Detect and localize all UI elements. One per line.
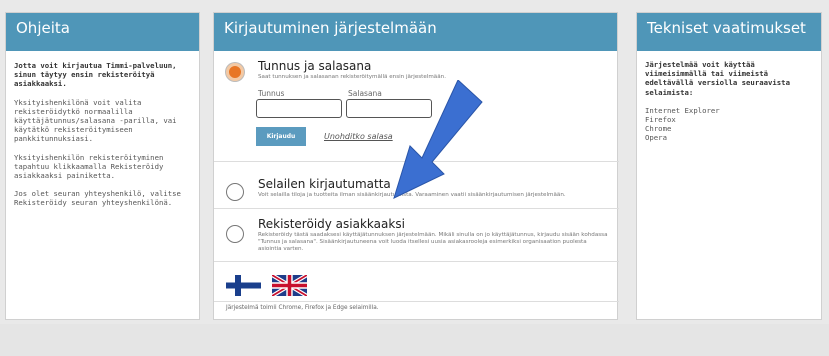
instructions-intro: Jotta voit kirjautua Timmi-palveluun, si…: [14, 61, 177, 89]
browser-item: Firefox: [645, 115, 676, 125]
option-register: Rekisteröidy asiakkaaksi Rekisteröidy tä…: [214, 209, 619, 269]
browser-item: Internet Explorer: [645, 105, 720, 115]
username-label: Tunnus: [258, 89, 285, 98]
instructions-para-1: Yksityishenkilönä voit valita rekisteröi…: [14, 97, 177, 144]
instructions-para-2: Yksityishenkilön rekisteröityminen tapah…: [14, 152, 164, 181]
radio-username-password[interactable]: [226, 63, 244, 81]
username-input[interactable]: [256, 99, 342, 118]
divider: [214, 301, 619, 302]
uk-flag-icon[interactable]: [270, 273, 309, 298]
option3-title: Rekisteröidy asiakkaaksi: [258, 217, 405, 231]
option3-desc: Rekisteröidy tästä saadaksesi käyttäjätu…: [258, 232, 608, 252]
instructions-para-3: Jos olet seuran yhteyshenkilö, valitse R…: [14, 189, 181, 208]
pointer-arrow-icon: [393, 80, 483, 199]
browser-item: Chrome: [645, 124, 672, 134]
requirements-intro: Järjestelmää voit käyttää viimeisimmällä…: [645, 60, 790, 97]
divider: [214, 261, 619, 262]
browser-support-note: Järjestelmä toimii Chrome, Firefox ja Ed…: [226, 305, 379, 311]
requirements-panel: Tekniset vaatimukset Järjestelmää voit k…: [636, 12, 822, 320]
finnish-flag-icon[interactable]: [226, 275, 261, 296]
radio-register[interactable]: [226, 225, 244, 243]
browser-item: Opera: [645, 133, 667, 143]
option1-title: Tunnus ja salasana: [258, 59, 372, 73]
requirements-header: Tekniset vaatimukset: [637, 13, 821, 51]
password-label: Salasana: [348, 89, 382, 98]
option2-title: Selailen kirjautumatta: [258, 177, 391, 191]
login-header: Kirjautuminen järjestelmään: [214, 13, 617, 51]
login-button[interactable]: Kirjaudu: [256, 127, 306, 146]
radio-browse[interactable]: [226, 183, 244, 201]
instructions-panel: Ohjeita Jotta voit kirjautua Timmi-palve…: [5, 12, 200, 320]
instructions-header: Ohjeita: [6, 13, 199, 51]
bottom-bar: [0, 324, 829, 356]
